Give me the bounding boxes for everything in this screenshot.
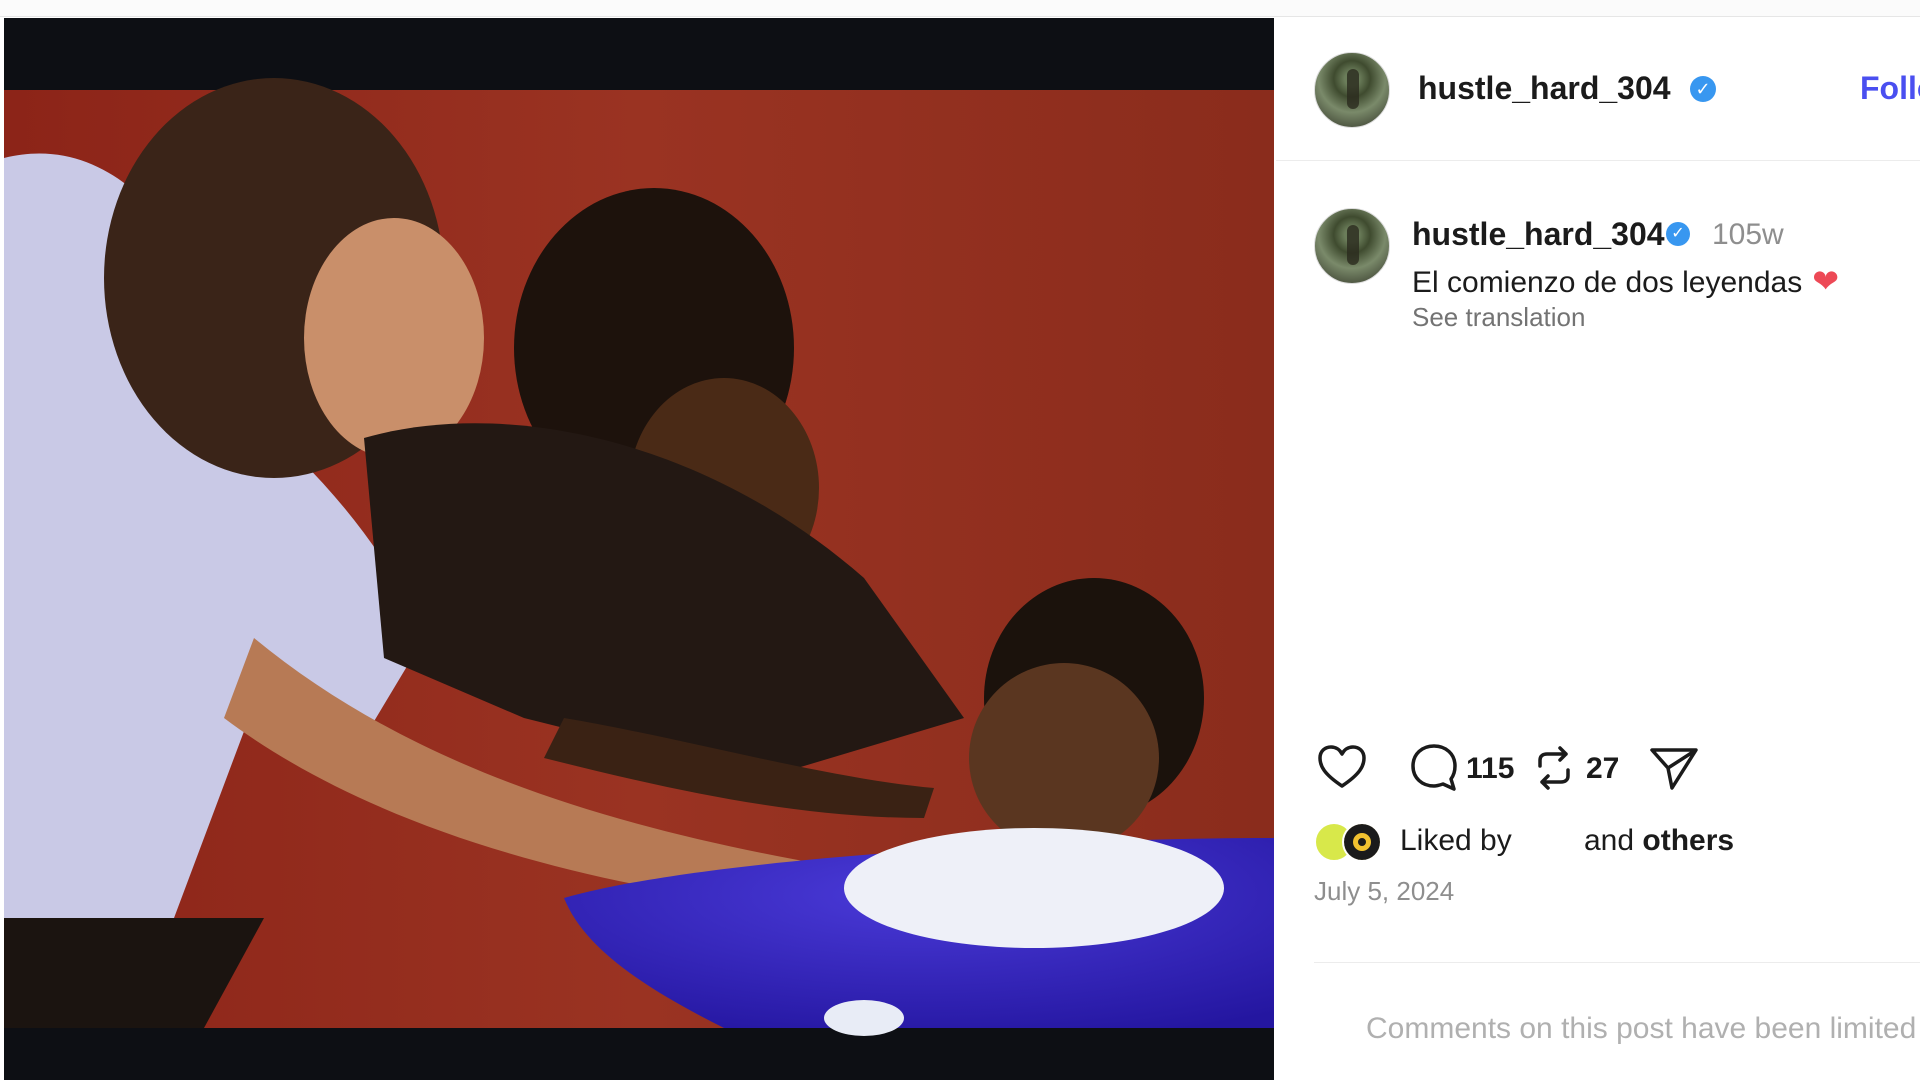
repost-icon[interactable]: [1526, 740, 1582, 796]
and-label: and: [1584, 824, 1635, 857]
action-bar: 115 27: [1314, 740, 1914, 800]
post-date: July 5, 2024: [1314, 876, 1455, 906]
caption-comment: hustle_hard_304 ✓ 105w El comienzo de do…: [1276, 168, 1920, 368]
section-divider: [1314, 962, 1920, 963]
comment-count: 115: [1466, 752, 1515, 785]
caption-author-username[interactable]: hustle_hard_304: [1412, 216, 1665, 253]
verified-badge-icon: ✓: [1690, 76, 1716, 102]
see-translation-link[interactable]: See translation: [1412, 302, 1585, 333]
send-icon[interactable]: [1646, 740, 1702, 796]
heart-icon[interactable]: [1314, 740, 1370, 796]
others-label: others: [1642, 824, 1735, 857]
post-details-panel: hustle_hard_304 ✓ Follow hustle_hard_304…: [1276, 18, 1920, 1080]
author-username[interactable]: hustle_hard_304: [1418, 70, 1671, 107]
post-time-ago[interactable]: 105w: [1712, 218, 1784, 252]
caption-text: El comienzo de dos leyendas ❤: [1412, 262, 1839, 300]
post-image[interactable]: [4, 18, 1274, 1080]
caption-body: El comienzo de dos leyendas: [1412, 266, 1803, 299]
comment-icon[interactable]: [1406, 740, 1462, 796]
repost-count: 27: [1586, 752, 1620, 785]
follow-button[interactable]: Follow: [1860, 70, 1920, 107]
post-photo-illustration: [4, 18, 1274, 1080]
caption-author-avatar[interactable]: [1314, 208, 1390, 284]
liked-by-row[interactable]: Liked by and others: [1314, 818, 1914, 862]
verified-badge-icon: ✓: [1666, 222, 1690, 246]
author-avatar[interactable]: [1314, 52, 1390, 128]
liker-avatar: [1342, 822, 1382, 862]
browser-top-strip: [0, 0, 1920, 17]
post-header: hustle_hard_304 ✓ Follow: [1276, 18, 1920, 161]
heart-emoji: ❤: [1812, 263, 1840, 299]
comments-limited-notice: Comments on this post have been limited: [1366, 1012, 1917, 1045]
liked-by-label: Liked by: [1400, 824, 1512, 857]
liked-by-others[interactable]: and others: [1584, 824, 1734, 858]
